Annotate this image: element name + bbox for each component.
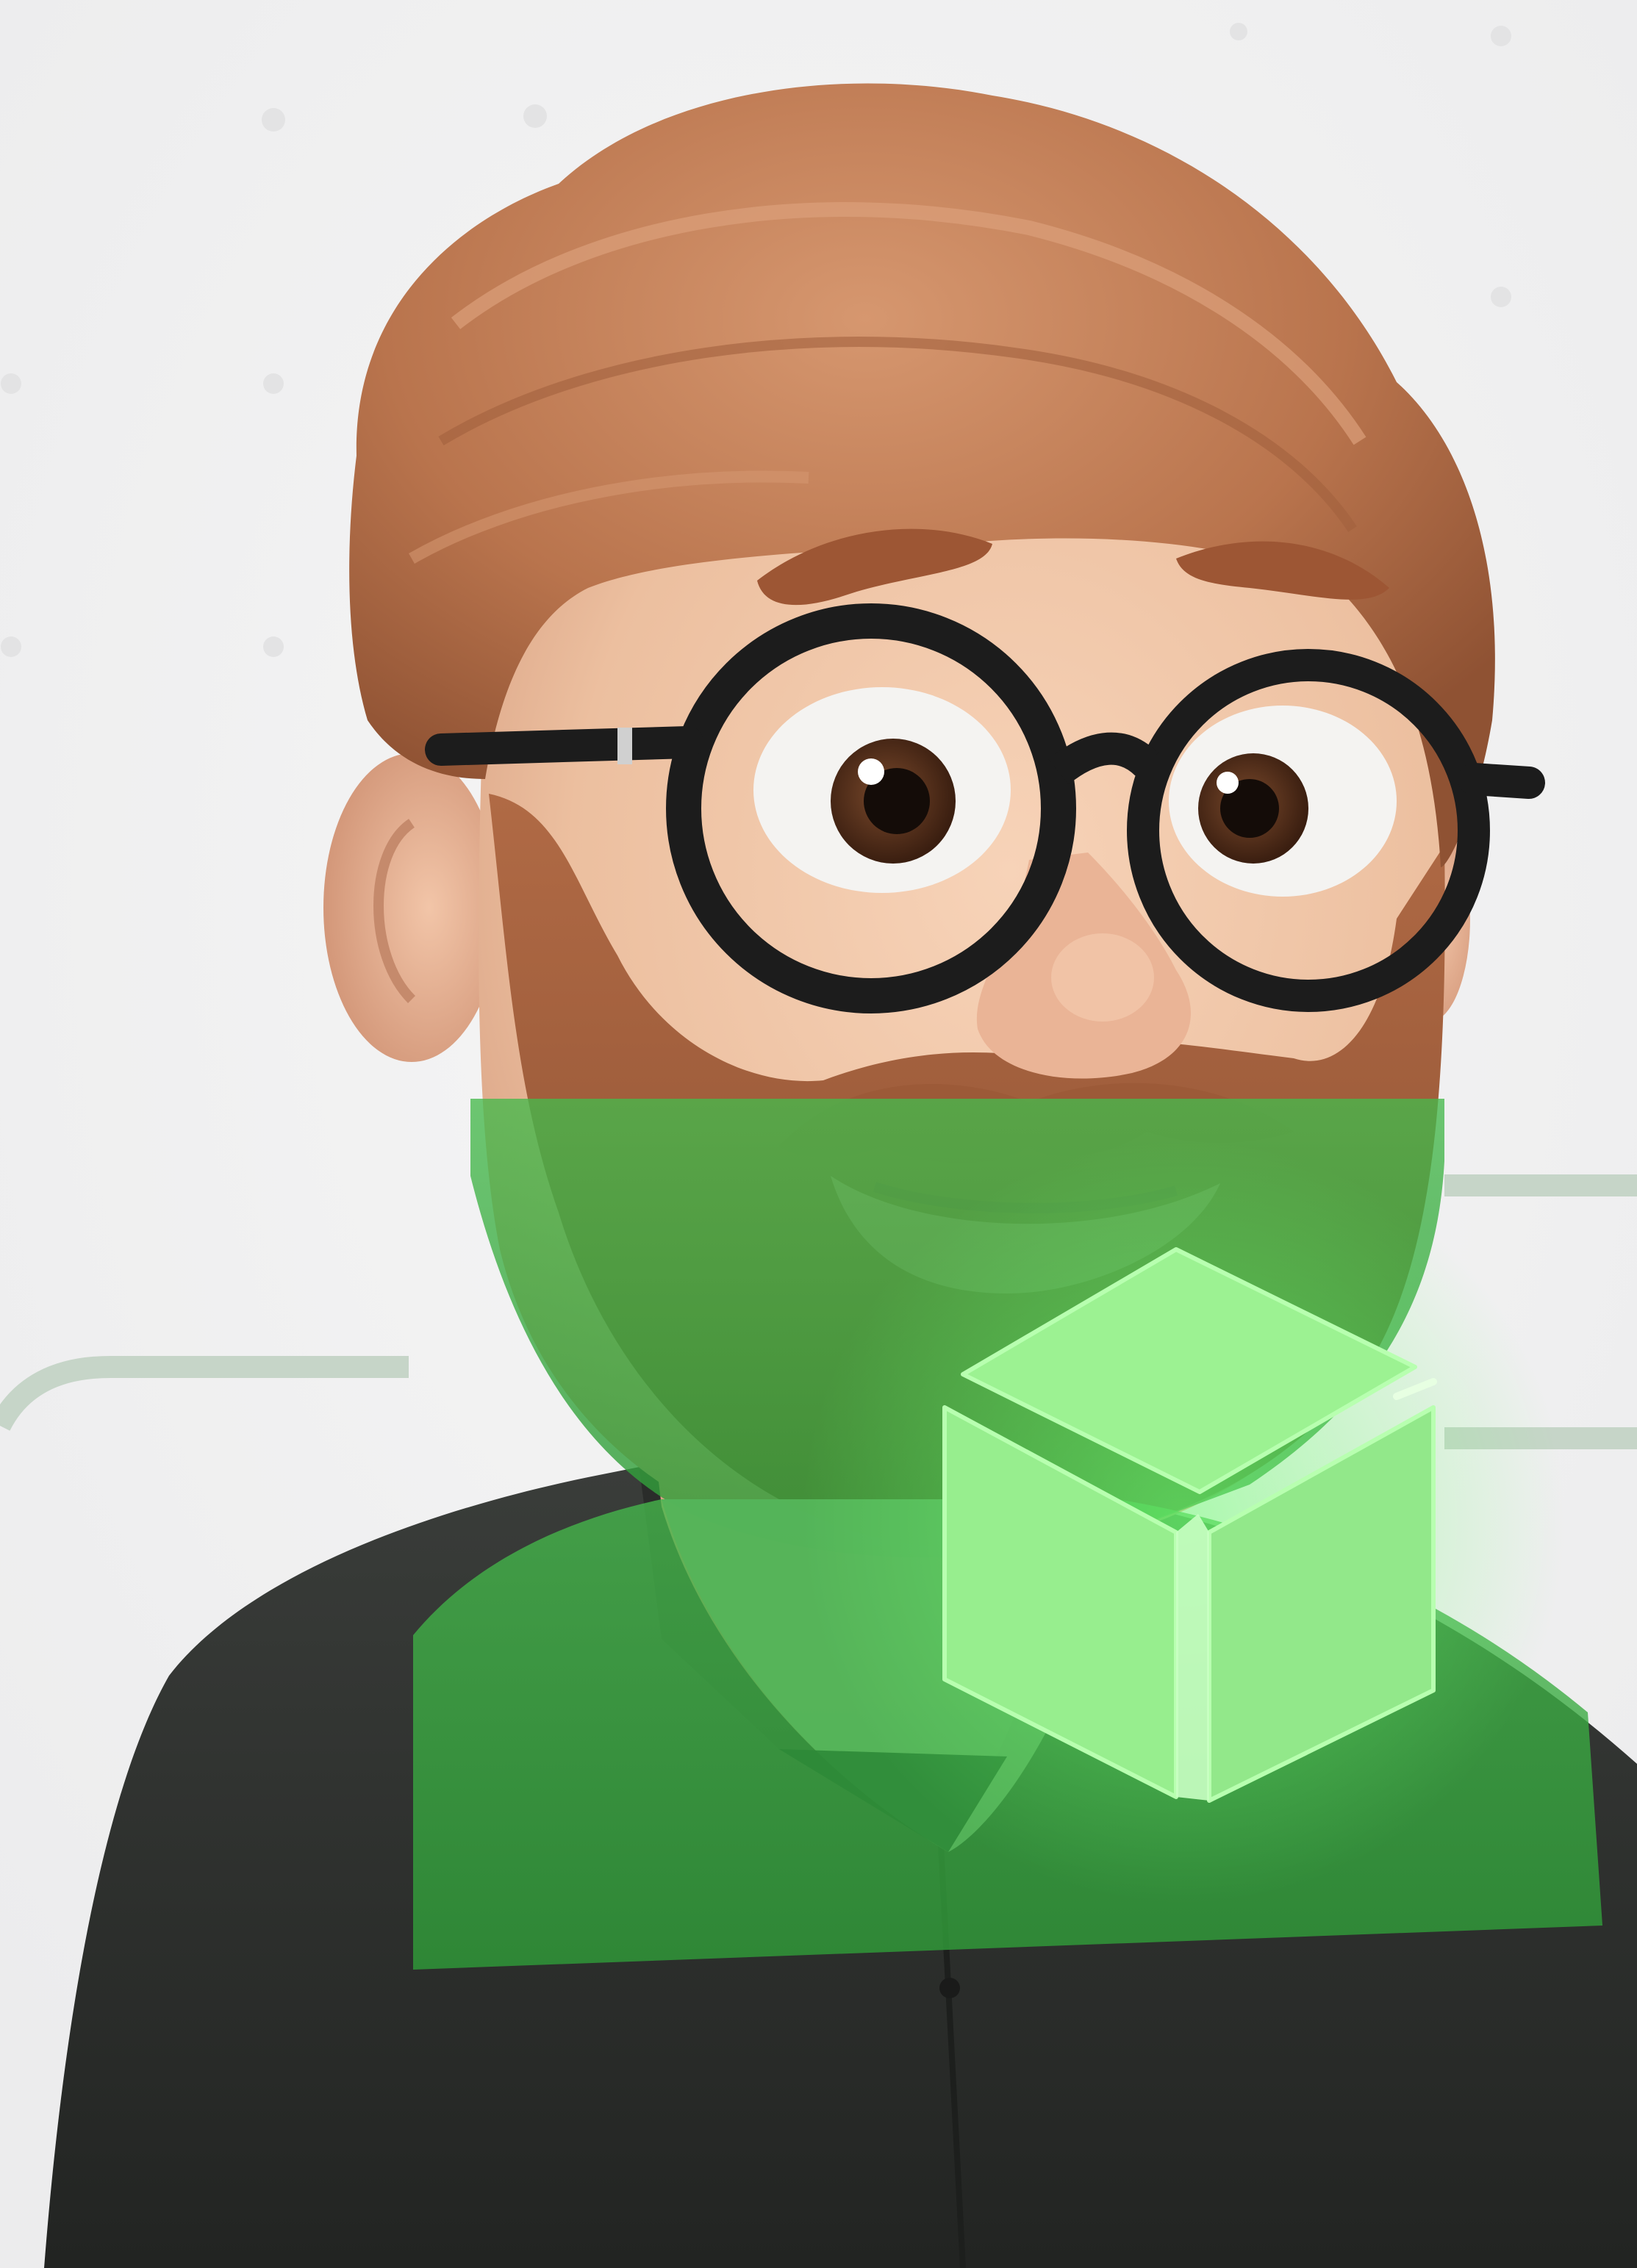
- left-eye: [753, 687, 1011, 893]
- right-eye: [1169, 706, 1397, 897]
- left-ear: [323, 753, 500, 1062]
- shirt-button: [939, 1978, 960, 1998]
- avatar-illustration: [0, 0, 1637, 2268]
